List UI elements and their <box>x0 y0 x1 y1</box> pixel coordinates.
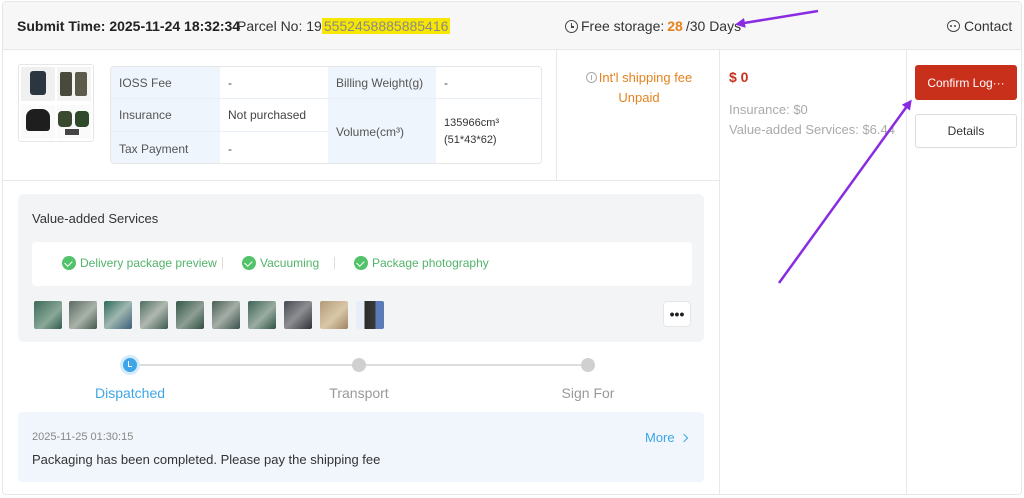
check-circle-icon <box>354 256 368 270</box>
billing-weight-value: - <box>436 67 541 99</box>
volume-value: 135966cm³ (51*43*62) <box>436 99 541 163</box>
package-photo[interactable] <box>176 301 204 329</box>
package-photo[interactable] <box>320 301 348 329</box>
step-label-sign-for: Sign For <box>561 385 615 401</box>
product-image[interactable] <box>57 67 91 101</box>
storage-days-total: /30 Days <box>685 18 742 34</box>
free-storage: Free storage: 28/30 Days <box>565 18 741 34</box>
product-image[interactable] <box>57 105 91 139</box>
step-label-dispatched: Dispatched <box>94 385 166 401</box>
divider <box>334 257 335 269</box>
service-item: Package photography <box>354 256 489 270</box>
value-added-services: Value-added Services Delivery package pr… <box>18 194 704 342</box>
package-photo[interactable] <box>34 301 62 329</box>
tax-payment-value: - <box>220 132 328 163</box>
package-photo[interactable] <box>248 301 276 329</box>
package-photo[interactable] <box>69 301 97 329</box>
payment-status: Unpaid <box>618 90 660 105</box>
more-tracking-link[interactable]: More <box>645 430 688 445</box>
ioss-fee-value: - <box>220 67 328 99</box>
info-icon[interactable] <box>585 72 597 83</box>
total-price: $ 0 <box>729 69 749 85</box>
divider <box>719 50 720 494</box>
contact-link[interactable]: Contact <box>947 18 1012 34</box>
service-item: Vacuuming <box>242 256 319 270</box>
tracking-time: 2025-11-25 01:30:15 <box>32 431 134 443</box>
tracking-message: Packaging has been completed. Please pay… <box>32 452 381 467</box>
details-button[interactable]: Details <box>915 114 1017 148</box>
check-circle-icon <box>242 256 256 270</box>
insurance-label: Insurance <box>111 99 220 132</box>
section-title: Value-added Services <box>32 211 159 226</box>
more-photos-button[interactable]: ••• <box>663 301 691 327</box>
divider <box>906 50 907 494</box>
timer-icon <box>565 19 578 33</box>
intl-shipping-fee: Int'l shipping fee Unpaid <box>559 68 719 108</box>
step-label-transport: Transport <box>329 385 389 401</box>
submit-time: Submit Time: 2025-11-24 18:32:34 <box>17 18 241 34</box>
package-photo[interactable] <box>284 301 312 329</box>
value-added-cost: Value-added Services: $6.44 <box>729 122 895 137</box>
fee-table: IOSS Fee - Insurance Not purchased Tax P… <box>110 66 542 164</box>
progress-track <box>364 364 586 366</box>
volume-label: Volume(cm³) <box>328 99 436 163</box>
ioss-fee-label: IOSS Fee <box>111 67 220 99</box>
chevron-right-icon <box>679 433 688 442</box>
chat-icon <box>947 20 960 32</box>
package-photo[interactable] <box>140 301 168 329</box>
product-thumbnails[interactable] <box>18 64 94 142</box>
divider <box>556 50 557 180</box>
storage-days-used: 28 <box>667 18 683 34</box>
service-list: Delivery package preview Vacuuming Packa… <box>32 242 692 286</box>
product-image[interactable] <box>21 105 55 139</box>
service-item: Delivery package preview <box>62 256 217 270</box>
confirm-logistics-button[interactable]: Confirm Log··· <box>915 65 1017 100</box>
check-circle-icon <box>62 256 76 270</box>
billing-weight-label: Billing Weight(g) <box>328 67 436 99</box>
tracking-info: 2025-11-25 01:30:15 Packaging has been c… <box>18 412 704 482</box>
step-node-sign-for <box>581 358 595 372</box>
package-photo[interactable] <box>104 301 132 329</box>
step-node-transport <box>352 358 366 372</box>
tax-payment-label: Tax Payment <box>111 132 220 163</box>
package-photo[interactable] <box>212 301 240 329</box>
parcel-header: Submit Time: 2025-11-24 18:32:34 Parcel … <box>3 2 1021 50</box>
progress-track <box>136 364 356 366</box>
divider <box>3 180 719 181</box>
package-photo[interactable] <box>356 301 384 329</box>
parcel-number-redacted: 5552458885885416 <box>321 18 451 34</box>
insurance-value: Not purchased <box>220 99 328 132</box>
parcel-card: Submit Time: 2025-11-24 18:32:34 Parcel … <box>2 1 1022 495</box>
parcel-number: Parcel No: 19 5552458885885416 <box>237 18 451 34</box>
product-image[interactable] <box>21 67 55 101</box>
insurance-cost: Insurance: $0 <box>729 102 808 117</box>
divider <box>222 257 223 269</box>
step-node-dispatched <box>123 358 137 372</box>
